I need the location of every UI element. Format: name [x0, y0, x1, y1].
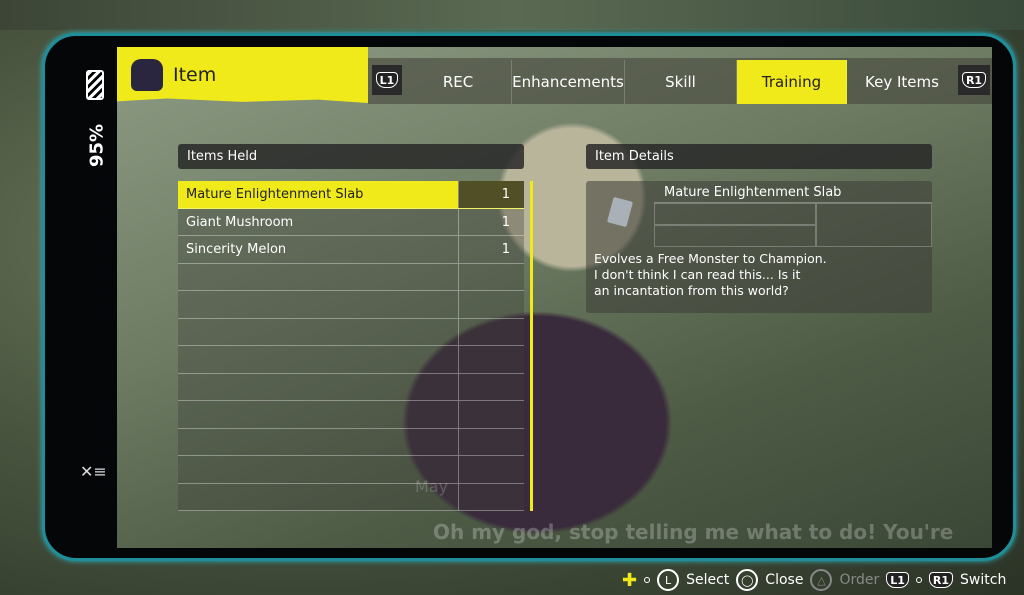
tab-enhancements[interactable]: Enhancements — [512, 60, 625, 104]
separator-dot — [644, 577, 651, 583]
volume-icon: ✕≡ — [80, 462, 107, 481]
item-count: 1 — [458, 181, 524, 208]
empty-row — [178, 346, 524, 374]
scrollbar[interactable] — [530, 181, 533, 511]
description-line: Evolves a Free Monster to Champion. — [594, 251, 827, 266]
list-item[interactable]: Giant Mushroom 1 — [178, 208, 524, 236]
detail-cell — [816, 203, 932, 247]
empty-row — [178, 428, 524, 456]
detail-cell — [654, 203, 816, 225]
empty-row — [178, 401, 524, 429]
slab-icon — [606, 196, 634, 228]
menu-title: Item — [117, 47, 368, 103]
switch-hint[interactable]: Switch — [960, 572, 1006, 588]
close-hint[interactable]: Close — [765, 572, 803, 588]
detail-item-name: Mature Enlightenment Slab — [654, 181, 932, 203]
triangle-button-icon: △ — [810, 569, 833, 591]
items-held-header: Items Held — [178, 144, 524, 169]
empty-row — [178, 456, 524, 484]
item-name: Sincerity Melon — [186, 242, 287, 257]
l-stick-icon: L — [657, 569, 680, 591]
background-top — [0, 0, 1024, 30]
order-hint[interactable]: Order — [839, 572, 879, 588]
menu-title-label: Item — [173, 64, 217, 86]
button-hints: ✚ L Select ◯ Close △ Order L1 R1 Switch — [622, 568, 1006, 592]
prev-tab-button[interactable]: L1 — [372, 65, 402, 95]
l1-icon: L1 — [375, 72, 399, 88]
item-name: Mature Enlightenment Slab — [178, 181, 458, 208]
select-hint[interactable]: Select — [686, 572, 729, 588]
empty-row — [178, 483, 524, 511]
tab-skill[interactable]: Skill — [625, 60, 737, 104]
item-count: 1 — [458, 208, 524, 235]
item-description: Evolves a Free Monster to Champion. I do… — [594, 251, 827, 299]
empty-row — [178, 291, 524, 319]
empty-row — [178, 263, 524, 291]
dialogue-text: Oh my god, stop telling me what to do! Y… — [433, 520, 954, 544]
item-count: 1 — [458, 236, 524, 263]
detail-cell — [654, 225, 816, 247]
item-details-panel: Mature Enlightenment Slab Evolves a Free… — [586, 181, 932, 313]
r1-icon: R1 — [928, 572, 954, 588]
tab-rec[interactable]: REC — [405, 60, 512, 104]
list-item[interactable]: Sincerity Melon 1 — [178, 236, 524, 264]
tab-key-items[interactable]: Key Items — [847, 60, 957, 104]
item-details-header: Item Details — [586, 144, 932, 169]
items-list: Mature Enlightenment Slab 1 Giant Mushroo… — [178, 181, 524, 511]
tab-training[interactable]: Training — [737, 60, 847, 104]
next-tab-button[interactable]: R1 — [958, 65, 990, 95]
l1-icon: L1 — [886, 572, 909, 588]
item-name: Giant Mushroom — [186, 214, 294, 230]
battery-icon — [86, 70, 104, 100]
dpad-icon: ✚ — [622, 569, 638, 591]
backpack-icon — [131, 59, 163, 91]
description-line: I don't think I can read this... Is it — [594, 267, 801, 282]
circle-button-icon: ◯ — [736, 569, 759, 591]
separator-dot — [915, 577, 922, 583]
list-item[interactable]: Mature Enlightenment Slab 1 — [178, 181, 524, 209]
empty-row — [178, 318, 524, 346]
description-line: an incantation from this world? — [594, 283, 789, 298]
r1-icon: R1 — [961, 72, 987, 88]
battery-percent: 95% — [86, 123, 108, 168]
empty-row — [178, 373, 524, 401]
